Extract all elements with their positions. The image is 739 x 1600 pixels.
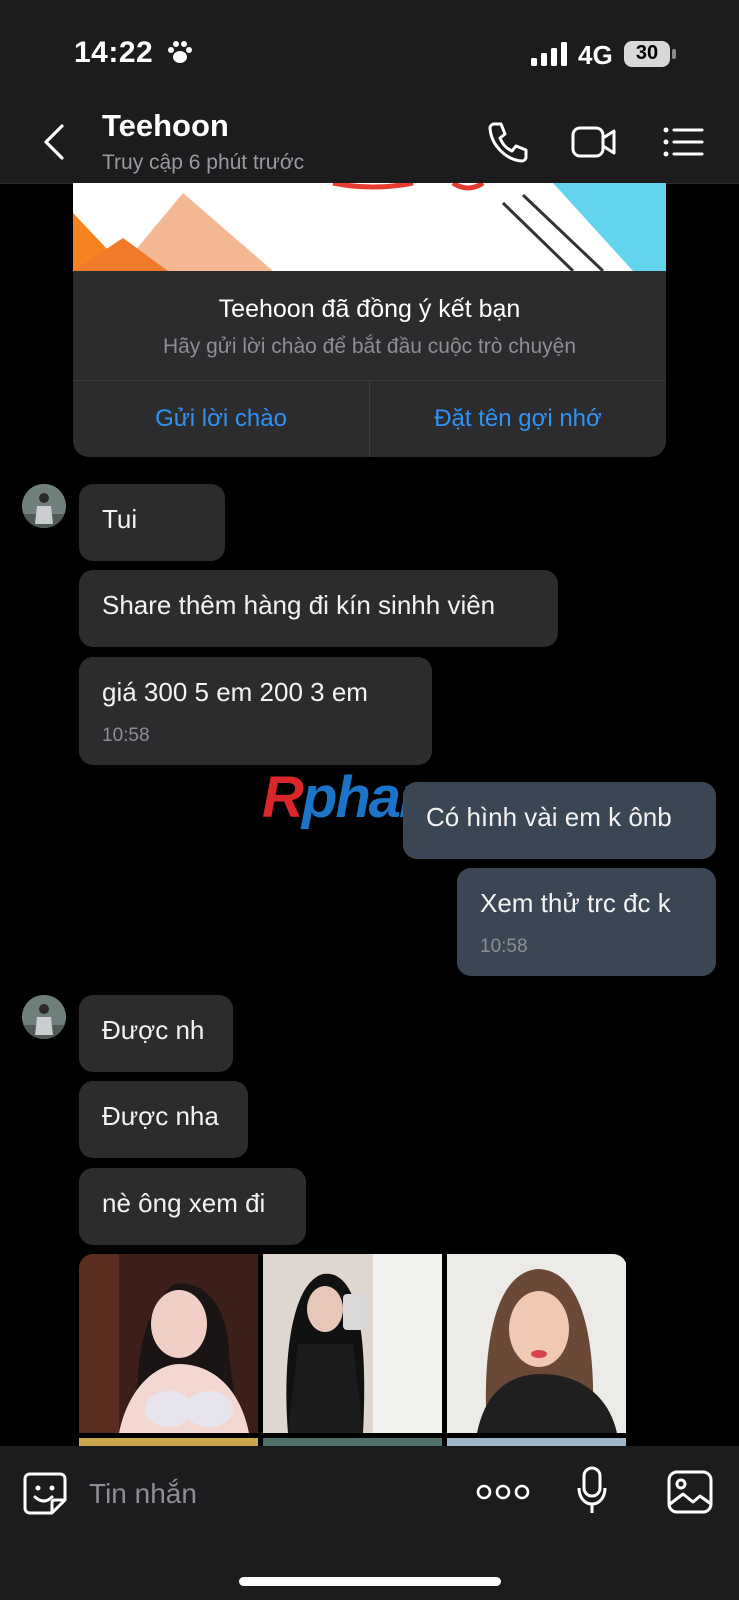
message-bubble-received[interactable]: Được nh [79, 995, 233, 1072]
message-bubble-received[interactable]: Được nha [79, 1081, 248, 1158]
paw-icon [168, 41, 192, 63]
back-arrow-icon[interactable] [38, 122, 70, 162]
message-text: giá 300 5 em 200 3 em [102, 677, 368, 707]
contact-avatar[interactable] [22, 484, 66, 528]
message-bubble-received[interactable]: Share thêm hàng đi kín sinhh viên [79, 570, 558, 647]
photo-thumbnail[interactable] [447, 1438, 626, 1446]
video-call-icon[interactable] [570, 118, 618, 166]
friend-accepted-title: Teehoon đã đồng ý kết bạn [218, 295, 521, 323]
message-text: Được nh [102, 1015, 205, 1045]
status-time: 14:22 [74, 36, 154, 69]
last-seen-status: Truy cập 6 phút trước [102, 151, 305, 174]
network-type: 4G [578, 40, 613, 70]
photo-thumbnail[interactable] [79, 1254, 258, 1433]
message-bubble-received[interactable]: giá 300 5 em 200 3 em 10:58 [79, 657, 432, 765]
contact-name[interactable]: Teehoon [102, 108, 229, 144]
microphone-icon[interactable] [576, 1466, 608, 1516]
battery-indicator: 30 [624, 41, 678, 67]
photo-thumbnail[interactable] [263, 1254, 442, 1433]
phone-call-icon[interactable] [484, 118, 532, 166]
message-timestamp: 10:58 [480, 936, 528, 957]
home-indicator[interactable] [239, 1577, 501, 1586]
message-input[interactable]: Tin nhắn [89, 1478, 197, 1510]
message-text: Tui [102, 504, 138, 534]
signal-icon [531, 42, 567, 66]
send-greeting-button[interactable]: Gửi lời chào [73, 380, 369, 457]
battery-level: 30 [635, 42, 659, 64]
message-bubble-received[interactable]: nè ông xem đi [79, 1168, 306, 1245]
message-timestamp: 10:58 [102, 725, 150, 746]
menu-list-icon[interactable] [660, 118, 708, 166]
message-text: Share thêm hàng đi kín sinhh viên [102, 590, 496, 620]
friend-accepted-subtitle: Hãy gửi lời chào để bắt đầu cuộc trò chu… [162, 335, 577, 358]
set-nickname-button[interactable]: Đặt tên gợi nhớ [370, 380, 666, 457]
friend-accepted-card: Teehoon đã đồng ý kết bạn Hãy gửi lời ch… [73, 183, 666, 457]
message-text: Xem thử trc đc k [480, 888, 671, 918]
photo-thumbnail[interactable] [447, 1254, 626, 1433]
sticker-icon[interactable] [22, 1470, 68, 1516]
image-gallery-icon[interactable] [667, 1470, 713, 1514]
photo-grid [79, 1254, 627, 1446]
contact-avatar[interactable] [22, 995, 66, 1039]
greeting-banner-image [73, 183, 666, 271]
message-text: Được nha [102, 1101, 219, 1131]
message-text: Có hình vài em k ônb [426, 802, 672, 832]
more-options-icon[interactable] [476, 1480, 530, 1504]
message-text: nè ông xem đi [102, 1188, 266, 1218]
message-bubble-sent[interactable]: Có hình vài em k ônb [403, 782, 716, 859]
message-bubble-sent[interactable]: Xem thử trc đc k 10:58 [457, 868, 716, 976]
message-bubble-received[interactable]: Tui [79, 484, 225, 561]
photo-thumbnail[interactable] [79, 1438, 258, 1446]
photo-thumbnail[interactable] [263, 1438, 442, 1446]
